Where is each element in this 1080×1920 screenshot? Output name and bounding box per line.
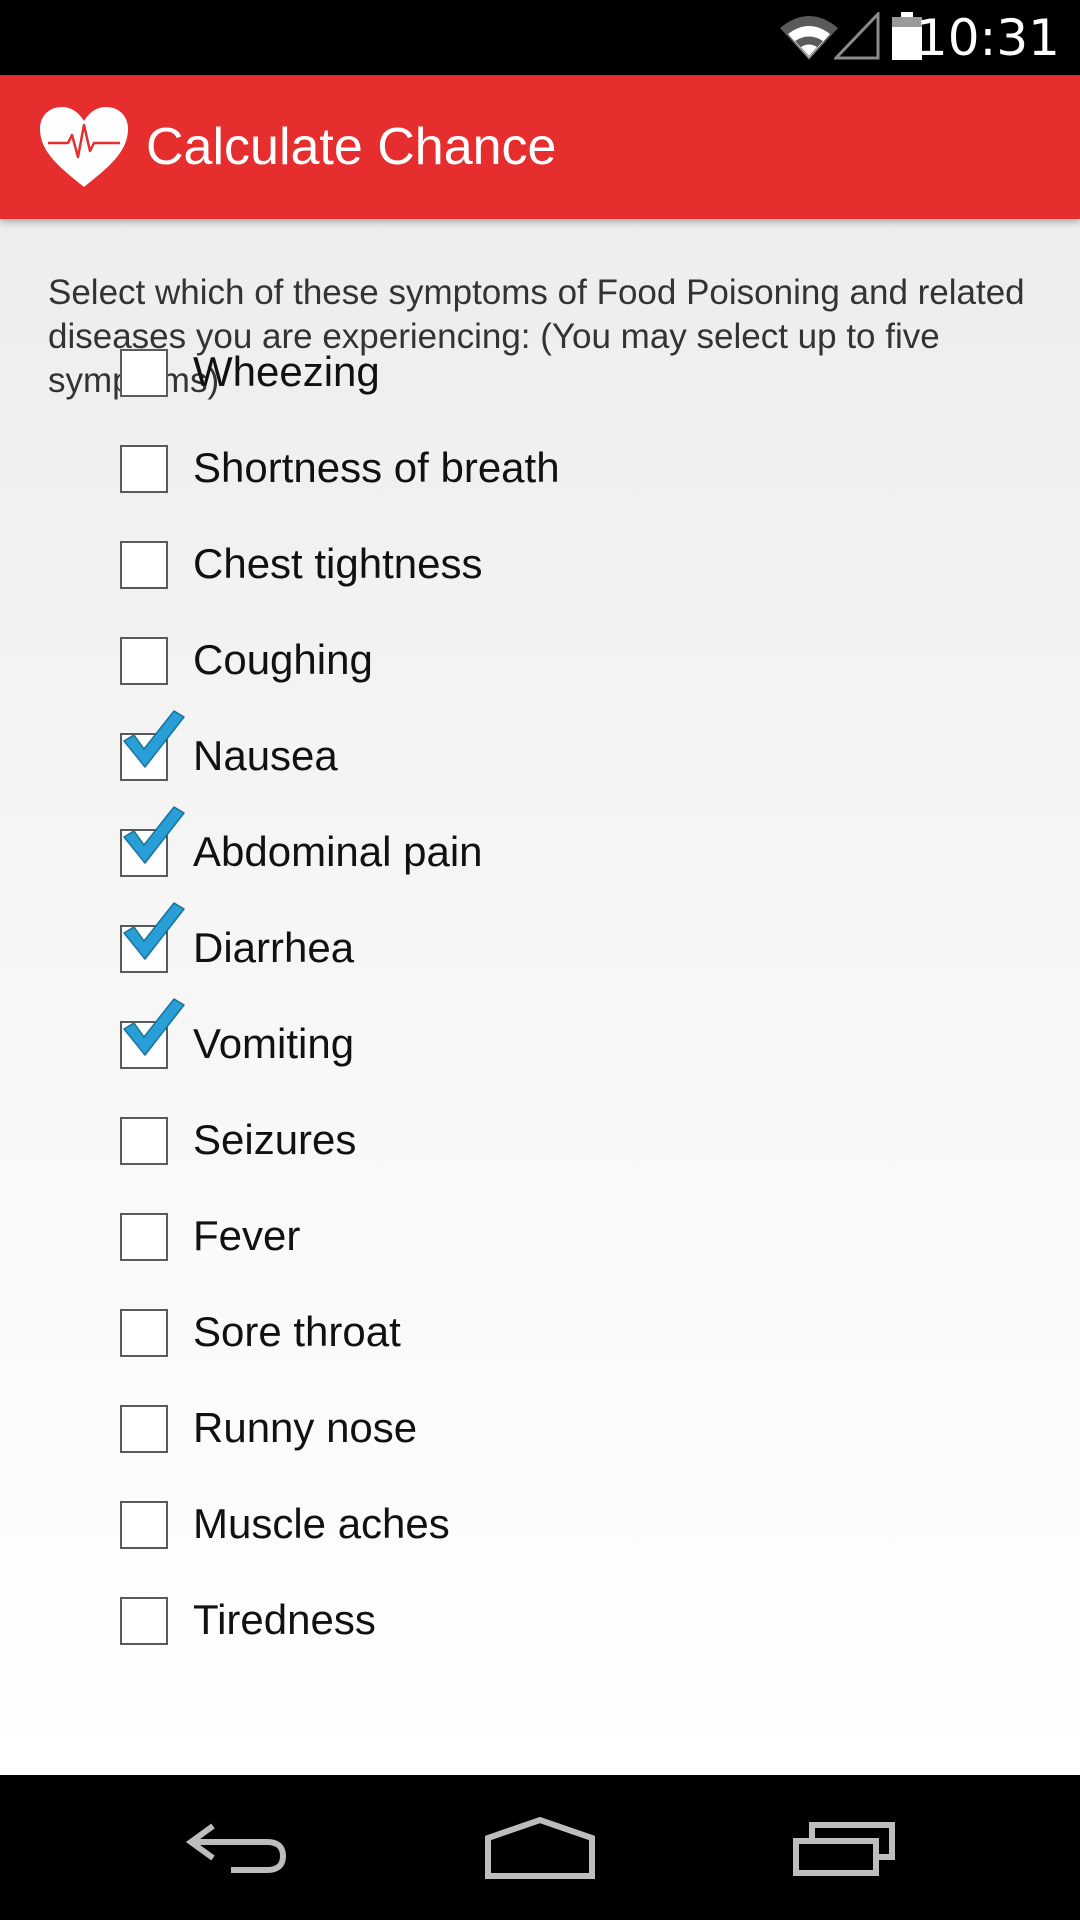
status-time: 10:31 [915, 9, 1060, 67]
symptom-label: Nausea [193, 732, 338, 779]
symptom-label: Runny nose [193, 1404, 418, 1451]
symptom-label: Vomiting [193, 1020, 355, 1067]
symptom-checkbox-row[interactable]: Sore throat [112, 1289, 912, 1375]
symptom-checkbox-row[interactable]: Coughing [112, 617, 912, 703]
action-bar: Calculate Chance [0, 75, 1080, 219]
symptom-label: Wheezing [193, 348, 380, 395]
symptom-label: Seizures [193, 1116, 357, 1163]
recents-icon [793, 1821, 895, 1876]
symptom-label: Coughing [193, 636, 373, 683]
symptom-checkbox-row[interactable]: Diarrhea [112, 902, 912, 991]
symptom-label: Chest tightness [193, 540, 483, 587]
cell-signal-icon [834, 12, 880, 60]
symptom-checkbox-row[interactable]: Muscle aches [112, 1481, 912, 1567]
symptom-checkbox-row[interactable]: Nausea [112, 710, 912, 799]
symptom-label: Sore throat [193, 1308, 401, 1355]
checkbox-checked[interactable] [120, 998, 185, 1069]
screen: 10:31 Calculate Chance Select which of t… [0, 0, 1080, 1920]
symptom-label: Fever [193, 1212, 301, 1259]
symptom-checkbox-row[interactable]: Shortness of breath [112, 425, 912, 511]
back-button[interactable] [158, 1795, 318, 1900]
symptom-label: Diarrhea [193, 924, 355, 971]
recents-button[interactable] [764, 1795, 924, 1900]
symptom-label: Abdominal pain [193, 828, 483, 875]
checkmark-icon [123, 710, 185, 768]
checkbox-unchecked[interactable] [120, 1213, 168, 1261]
symptom-label: Shortness of breath [193, 444, 560, 491]
checkbox-unchecked[interactable] [120, 541, 168, 589]
checkmark-icon [123, 806, 185, 864]
checkbox-unchecked[interactable] [120, 349, 168, 397]
checkbox-unchecked[interactable] [120, 1405, 168, 1453]
symptom-checkbox-row[interactable]: Abdominal pain [112, 806, 912, 895]
checkbox-checked[interactable] [120, 806, 185, 877]
checkbox-checked[interactable] [120, 902, 185, 973]
checkbox-unchecked[interactable] [120, 1309, 168, 1357]
symptom-checkbox-row[interactable]: Fever [112, 1193, 912, 1279]
symptom-label: Tiredness [193, 1596, 376, 1643]
checkbox-unchecked[interactable] [120, 1597, 168, 1645]
page-title: Calculate Chance [146, 118, 557, 176]
symptom-checkbox-row[interactable]: Wheezing [112, 329, 912, 415]
symptom-checkbox-row[interactable]: Vomiting [112, 998, 912, 1087]
checkbox-unchecked[interactable] [120, 637, 168, 685]
symptom-checkbox-row[interactable]: Chest tightness [112, 521, 912, 607]
checkbox-unchecked[interactable] [120, 1117, 168, 1165]
symptom-checkbox-row[interactable]: Tiredness [112, 1577, 912, 1663]
checkmark-icon [123, 902, 185, 960]
symptom-checkbox-row[interactable]: Runny nose [112, 1385, 912, 1471]
status-bar: 10:31 [0, 0, 1080, 75]
back-icon [185, 1823, 287, 1873]
symptom-label: Muscle aches [193, 1500, 450, 1547]
symptom-checkbox-row[interactable]: Seizures [112, 1097, 912, 1183]
checkbox-unchecked[interactable] [120, 1501, 168, 1549]
home-icon [485, 1816, 595, 1879]
navigation-bar [0, 1775, 1080, 1920]
heart-pulse-icon [40, 107, 128, 187]
checkbox-checked[interactable] [120, 710, 185, 781]
checkmark-icon [123, 998, 185, 1056]
checkbox-unchecked[interactable] [120, 445, 168, 493]
wifi-icon [780, 16, 838, 60]
home-button[interactable] [460, 1795, 620, 1900]
content-area[interactable]: Select which of these symptoms of Food P… [0, 219, 1080, 1775]
